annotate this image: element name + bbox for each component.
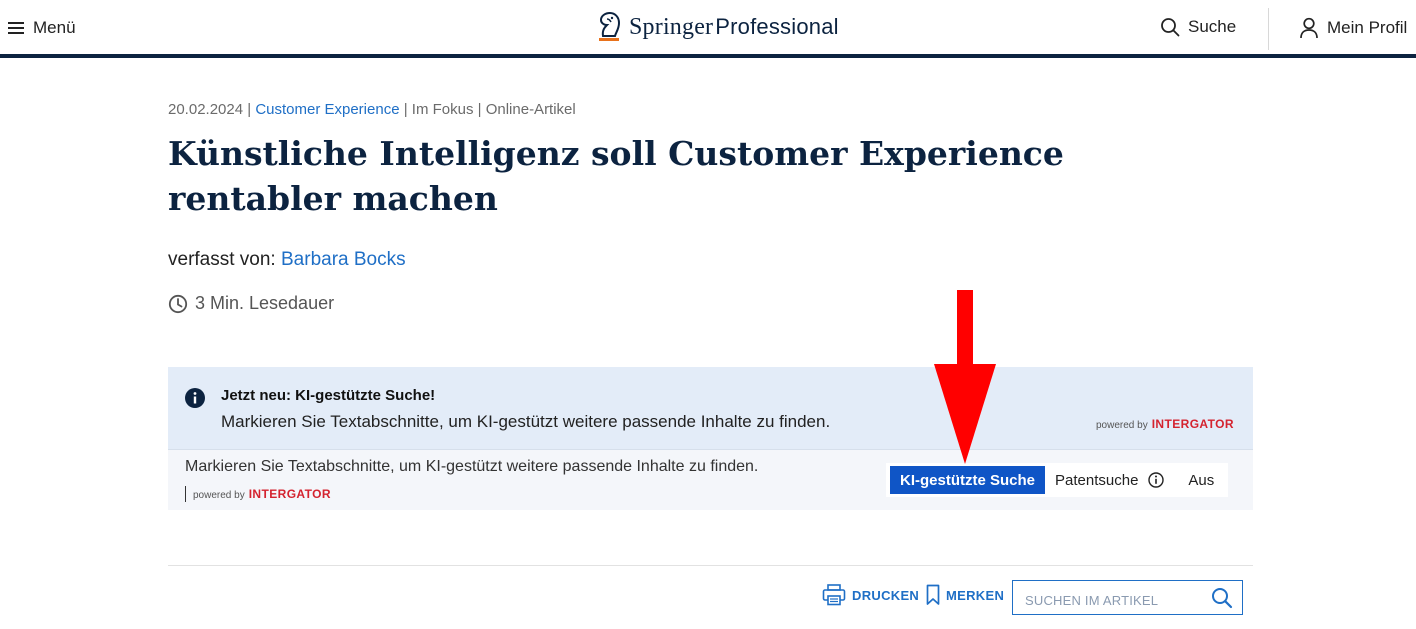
- intergator-logo: INTERGATOR: [248, 487, 331, 501]
- intergator-logo: INTERGATOR: [1151, 417, 1234, 431]
- article-search-box: [1012, 580, 1243, 615]
- print-label: DRUCKEN: [852, 587, 920, 603]
- menu-label: Menü: [33, 18, 76, 37]
- search-icon[interactable]: [1211, 587, 1233, 609]
- logo-text: SpringerProfessional: [629, 14, 839, 41]
- divider-mark: [185, 486, 186, 502]
- bookmark-label: MERKEN: [946, 587, 1005, 603]
- ki-search-hint: Markieren Sie Textabschnitte, um KI-gest…: [185, 458, 759, 475]
- ki-search-box: Jetzt neu: KI-gestützte Suche! Markieren…: [168, 367, 1253, 510]
- byline-prefix: verfasst von:: [168, 249, 281, 270]
- article-search-input[interactable]: [1023, 588, 1207, 612]
- tools-divider: [168, 565, 1253, 566]
- ki-notice-heading: Jetzt neu: KI-gestützte Suche!: [221, 387, 436, 404]
- ki-notice-description: Markieren Sie Textabschnitte, um KI-gest…: [221, 412, 831, 431]
- meta-separator: |: [243, 101, 256, 118]
- powered-by-label: powered by: [193, 490, 245, 501]
- ki-notice-banner: Jetzt neu: KI-gestützte Suche! Markieren…: [168, 367, 1253, 450]
- header-divider: [1268, 8, 1269, 50]
- info-circle-icon: [1148, 472, 1165, 488]
- bookmark-button[interactable]: MERKEN: [926, 584, 1004, 606]
- powered-by-intergator-small[interactable]: powered by INTERGATOR: [193, 487, 331, 501]
- menu-button[interactable]: Menü: [8, 17, 76, 39]
- print-button[interactable]: DRUCKEN: [822, 584, 919, 606]
- meta-separator: |: [473, 101, 486, 118]
- article-meta: 20.02.2024 | Customer Experience | Im Fo…: [168, 101, 576, 118]
- search-icon: [1161, 18, 1180, 37]
- header-rule: [0, 54, 1416, 58]
- reading-time-label: 3 Min. Lesedauer: [195, 293, 335, 313]
- article-type: Online-Artikel: [485, 101, 576, 118]
- off-option[interactable]: Aus: [1172, 466, 1228, 494]
- article-date: 20.02.2024: [168, 101, 244, 118]
- clock-icon: [168, 294, 188, 313]
- profile-button[interactable]: Mein Profil: [1299, 17, 1407, 39]
- header-search-button[interactable]: Suche: [1160, 17, 1236, 37]
- info-icon: [185, 388, 205, 408]
- article-title: Künstliche Intelligenz soll Customer Exp…: [168, 134, 1064, 218]
- printer-icon: [822, 584, 846, 606]
- chess-knight-icon: [599, 11, 621, 41]
- user-icon: [1300, 17, 1318, 39]
- profile-label: Mein Profil: [1327, 18, 1408, 37]
- patent-search-option[interactable]: Patentsuche: [1045, 466, 1142, 494]
- meta-separator: |: [399, 101, 412, 118]
- logo-sub: Professional: [715, 13, 839, 39]
- powered-by-label: powered by: [1096, 420, 1148, 431]
- site-header: Menü SpringerProfessional Suche Mein Pro…: [0, 0, 1416, 54]
- ki-search-option[interactable]: KI-gestützte Suche: [890, 466, 1046, 494]
- author-link[interactable]: Barbara Bocks: [281, 249, 406, 270]
- article-section: Im Fokus: [411, 101, 474, 118]
- reading-time: 3 Min. Lesedauer: [168, 293, 334, 314]
- search-label: Suche: [1188, 17, 1237, 36]
- bookmark-icon: [926, 584, 940, 605]
- search-mode-toggle: KI-gestützte Suche Patentsuche Aus: [886, 463, 1229, 497]
- byline: verfasst von: Barbara Bocks: [168, 249, 406, 271]
- powered-by-intergator[interactable]: powered by INTERGATOR: [1096, 417, 1234, 431]
- category-link[interactable]: Customer Experience: [255, 101, 399, 118]
- annotation-arrow-icon: [934, 290, 996, 464]
- springer-logo[interactable]: SpringerProfessional: [595, 10, 839, 44]
- patent-info-button[interactable]: [1142, 466, 1172, 494]
- logo-main: Springer: [629, 13, 714, 40]
- hamburger-icon: [8, 22, 24, 34]
